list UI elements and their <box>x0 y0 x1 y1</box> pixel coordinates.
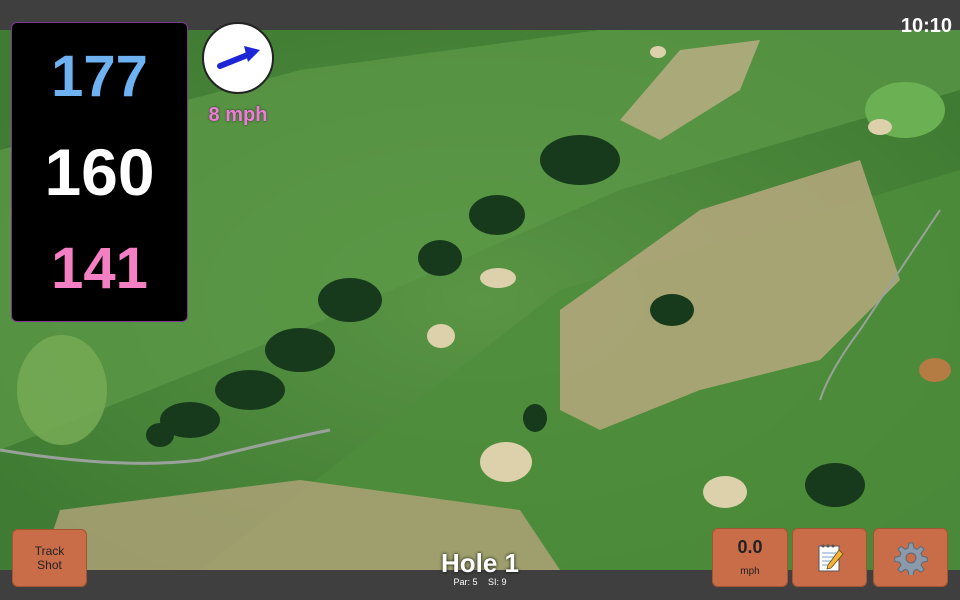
hole-title: Hole 1 <box>440 548 520 578</box>
wind-indicator[interactable] <box>202 22 274 94</box>
arrow-icon <box>217 46 260 69</box>
notepad-icon <box>818 544 844 571</box>
speed-unit: mph <box>740 566 760 577</box>
track-shot-button[interactable]: Track Shot <box>12 529 87 587</box>
front-yardage: 141 <box>51 236 148 301</box>
gear-icon <box>893 542 928 575</box>
middle-yardage: 160 <box>44 135 155 209</box>
yardage-panel: 177 160 141 <box>11 22 188 322</box>
hole-stroke-index: SI: 9 <box>488 577 507 587</box>
hole-info: Par: 5 SI: 9 <box>380 577 580 587</box>
clock: 10:10 <box>900 15 952 37</box>
wind-speed: 8 mph <box>208 104 268 126</box>
hole-par: Par: 5 <box>453 577 478 587</box>
settings-button[interactable] <box>873 528 948 587</box>
back-yardage: 177 <box>51 44 148 109</box>
track-shot-label-line2: Shot <box>37 558 62 572</box>
track-shot-label-line1: Track <box>34 544 65 558</box>
speed-button[interactable]: 0.0 mph <box>712 528 788 587</box>
notes-button[interactable] <box>792 528 867 587</box>
speed-value: 0.0 <box>737 537 763 557</box>
